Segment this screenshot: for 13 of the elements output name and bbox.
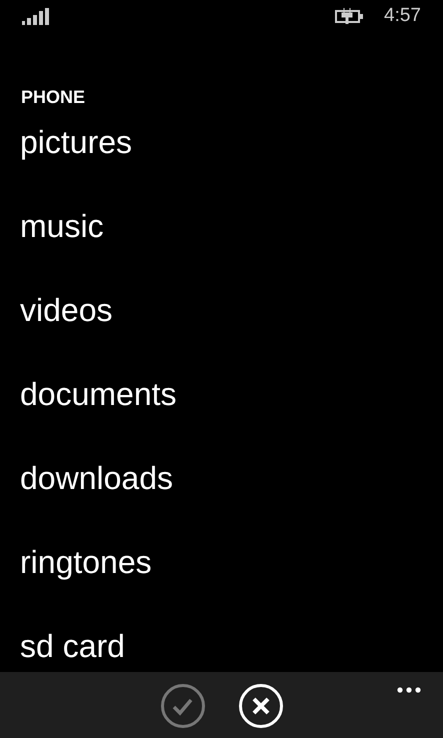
folder-item[interactable]: sd card [20,626,125,666]
folder-item[interactable]: music [20,206,104,246]
section-header: PHONE [21,88,86,106]
folder-item[interactable]: ringtones [20,542,152,582]
folder-item[interactable]: downloads [20,458,173,498]
signal-icon [22,8,49,24]
folder-item[interactable]: videos [20,290,112,330]
cancel-button[interactable] [238,684,282,728]
clock-time: 4:57 [384,5,421,27]
more-icon[interactable] [397,687,421,693]
folder-item[interactable]: documents [20,374,177,414]
folder-item[interactable]: pictures [20,122,132,162]
battery-charging-icon [335,8,364,24]
